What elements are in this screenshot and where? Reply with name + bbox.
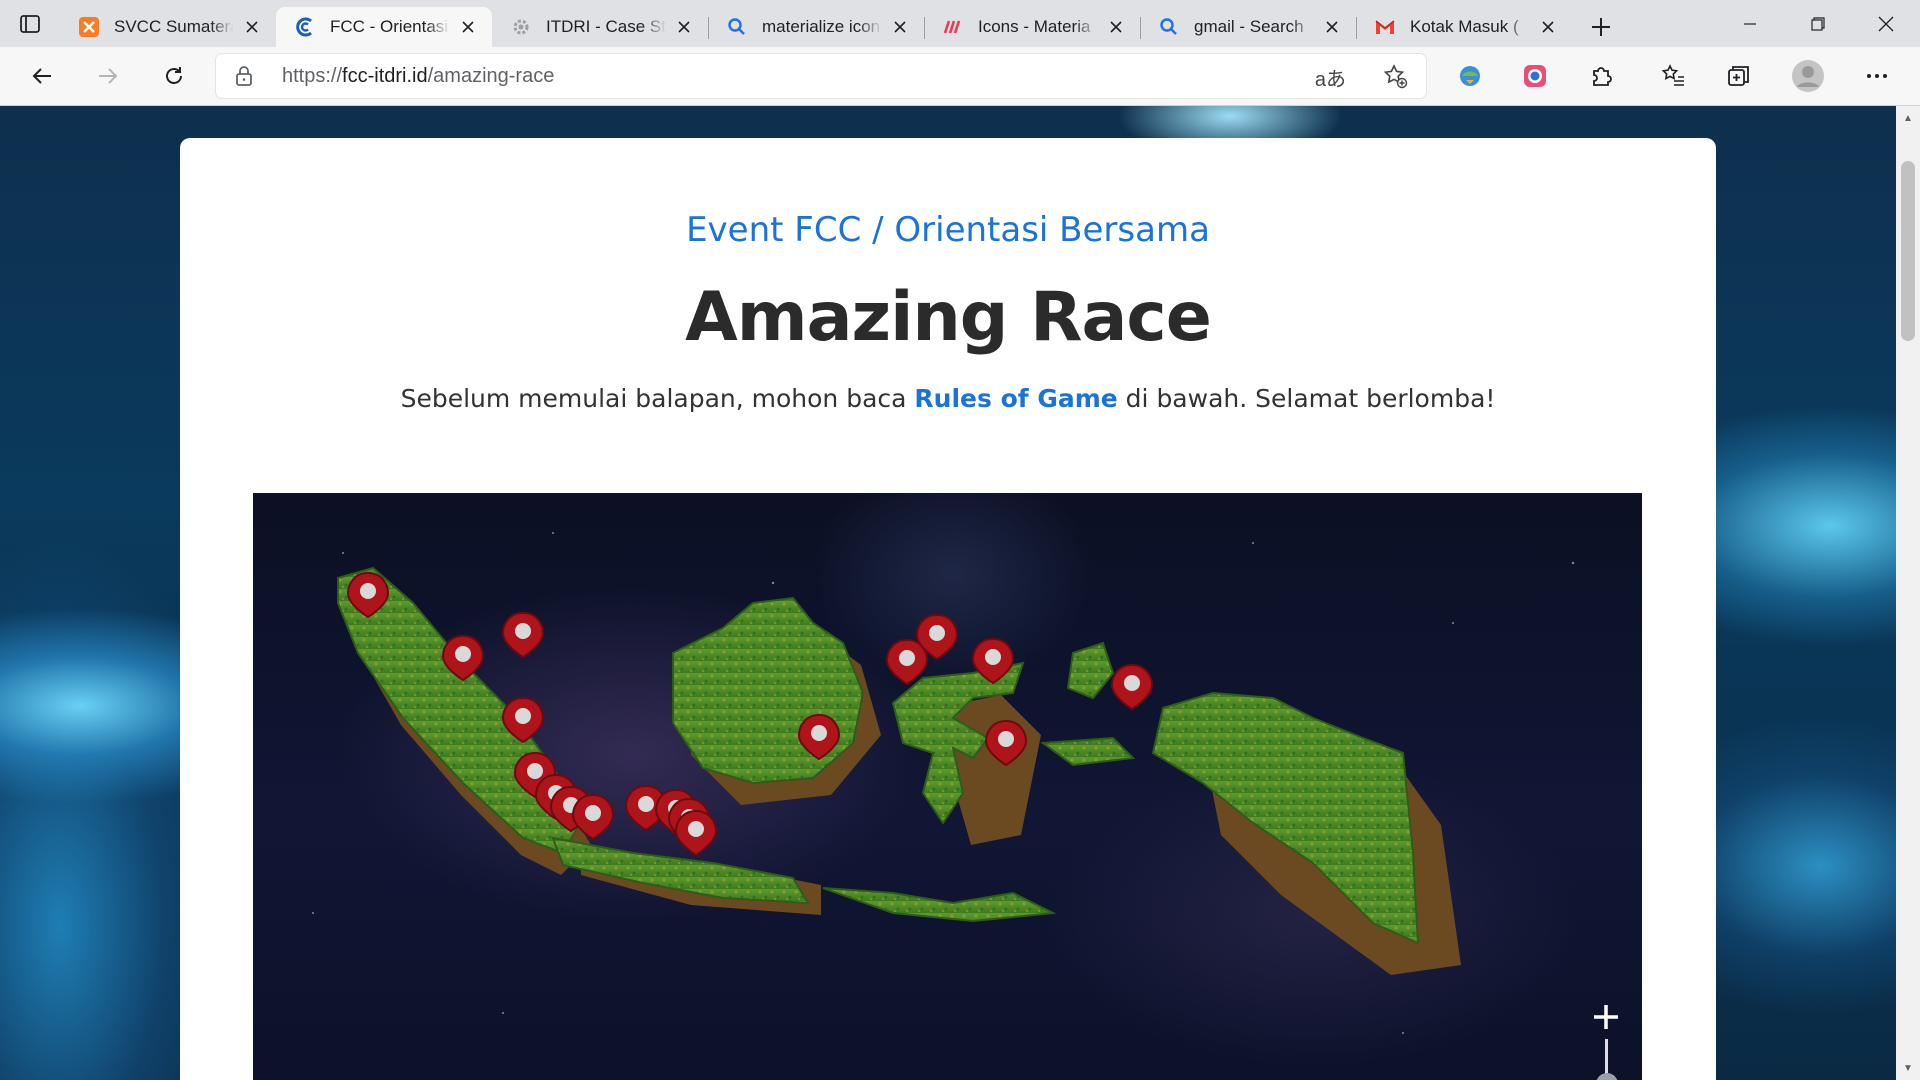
island-papua [1151, 691, 1420, 945]
close-icon[interactable] [888, 15, 912, 39]
tab-fcc-orientasi[interactable]: FCC - Orientasi [276, 7, 492, 47]
download-manager-icon [1460, 66, 1480, 86]
lock-icon[interactable] [234, 65, 254, 92]
tab-title: materialize icon [762, 17, 881, 36]
collections-icon [1728, 66, 1749, 86]
refresh-icon [166, 67, 182, 84]
scrollbar-thumb[interactable] [1901, 161, 1915, 341]
intro-text-after: di bawah. Selamat berlomba! [1117, 384, 1496, 413]
intro-text: Sebelum memulai balapan, mohon baca Rule… [180, 384, 1716, 413]
fcc-icon [294, 16, 316, 38]
gear-icon [510, 16, 532, 38]
content-card: Event FCC / Orientasi Bersama Amazing Ra… [180, 138, 1716, 1080]
restore-icon [1811, 16, 1825, 31]
arrow-left-icon [32, 68, 51, 84]
tab-actions-icon [20, 14, 40, 33]
zoom-in-button[interactable] [1590, 1001, 1622, 1033]
color-picker-icon [1524, 65, 1546, 87]
map-marker[interactable] [1111, 664, 1153, 710]
url-host: fcc-itdri.id [342, 65, 428, 87]
extension-idm-button[interactable] [1449, 55, 1491, 97]
address-bar[interactable]: https://fcc-itdri.id/amazing-race aあ [216, 54, 1426, 98]
tab-strip: SVCC Sumatera FCC - Orientasi ITDRI - Ca… [0, 0, 1920, 47]
profile-button[interactable] [1787, 55, 1829, 97]
new-tab-button[interactable] [1576, 7, 1626, 47]
xampp-icon [78, 16, 100, 38]
materialize-icon [942, 16, 964, 38]
close-icon [1878, 16, 1894, 31]
scroll-up-arrow-icon[interactable]: ▲ [1896, 108, 1920, 128]
close-window-button[interactable] [1852, 0, 1920, 47]
close-icon[interactable] [1320, 15, 1344, 39]
close-icon[interactable] [672, 15, 696, 39]
tab-icons-materialize[interactable]: Icons - Materia [924, 7, 1140, 47]
indonesia-3d-map [312, 532, 1575, 1034]
tab-title: Kotak Masuk ( [1410, 17, 1519, 36]
tab-itdri[interactable]: ITDRI - Case St [492, 7, 708, 47]
intro-text-before: Sebelum memulai balapan, mohon baca [400, 384, 915, 413]
back-button[interactable] [21, 55, 63, 97]
island-maluku [1040, 641, 1136, 767]
arrow-right-icon [99, 68, 118, 84]
avatar-icon [1792, 60, 1824, 92]
settings-menu-button[interactable] [1856, 55, 1898, 97]
favorites-button[interactable] [1652, 55, 1694, 97]
tab-title: FCC - Orientasi [330, 17, 449, 36]
island-nusa-tenggara [822, 887, 1057, 923]
rules-of-game-link[interactable]: Rules of Game [914, 384, 1117, 413]
url-scheme: https:// [282, 65, 343, 87]
minimize-icon [1744, 22, 1756, 25]
tab-title: Icons - Materia [978, 17, 1091, 36]
minimize-button[interactable] [1716, 0, 1784, 47]
favorites-list-icon [1661, 64, 1684, 86]
url-path: /amazing-race [427, 65, 555, 87]
scroll-down-arrow-icon[interactable]: ▼ [1896, 1058, 1920, 1078]
island-kalimantan [672, 596, 865, 785]
tab-materialize-search[interactable]: materialize icon [708, 7, 924, 47]
tab-title: ITDRI - Case St [546, 17, 666, 36]
close-icon[interactable] [1536, 15, 1560, 39]
window-controls [1716, 0, 1920, 47]
url-text[interactable]: https://fcc-itdri.id/amazing-race [282, 65, 554, 88]
tab-kotak-masuk[interactable]: Kotak Masuk ( [1356, 7, 1572, 47]
race-map[interactable] [253, 493, 1642, 1080]
extensions-button[interactable] [1580, 55, 1622, 97]
refresh-button[interactable] [153, 55, 195, 97]
tab-actions-button[interactable] [0, 0, 60, 47]
tab-title: gmail - Search [1194, 17, 1304, 36]
map-marker[interactable] [502, 612, 544, 658]
add-favorite-icon[interactable] [1382, 63, 1408, 94]
map-marker[interactable] [675, 810, 717, 856]
gmail-icon [1374, 16, 1396, 38]
read-aloud-icon[interactable]: aあ [1315, 63, 1346, 92]
search-icon [726, 16, 748, 38]
tab-gmail-search[interactable]: gmail - Search [1140, 7, 1356, 47]
extension-colorpicker-button[interactable] [1514, 55, 1556, 97]
event-label: Event FCC / Orientasi Bersama [686, 210, 1210, 250]
plus-icon [1594, 1005, 1618, 1029]
more-horizontal-icon [1867, 74, 1887, 78]
close-icon[interactable] [456, 15, 480, 39]
forward-button[interactable] [87, 55, 129, 97]
page-viewport: Event FCC / Orientasi Bersama Amazing Ra… [0, 106, 1896, 1080]
search-icon [1158, 16, 1180, 38]
close-icon[interactable] [240, 15, 264, 39]
tab-svcc[interactable]: SVCC Sumatera [60, 7, 276, 47]
browser-toolbar: https://fcc-itdri.id/amazing-race aあ [0, 47, 1920, 106]
restore-button[interactable] [1784, 0, 1852, 47]
tab-title: SVCC Sumatera [114, 17, 234, 36]
page-title: Amazing Race [685, 278, 1212, 357]
puzzle-icon [1593, 67, 1612, 86]
page-scrollbar[interactable]: ▲ ▼ [1896, 106, 1920, 1080]
collections-button[interactable] [1718, 55, 1760, 97]
plus-icon [1592, 18, 1610, 36]
close-icon[interactable] [1104, 15, 1128, 39]
